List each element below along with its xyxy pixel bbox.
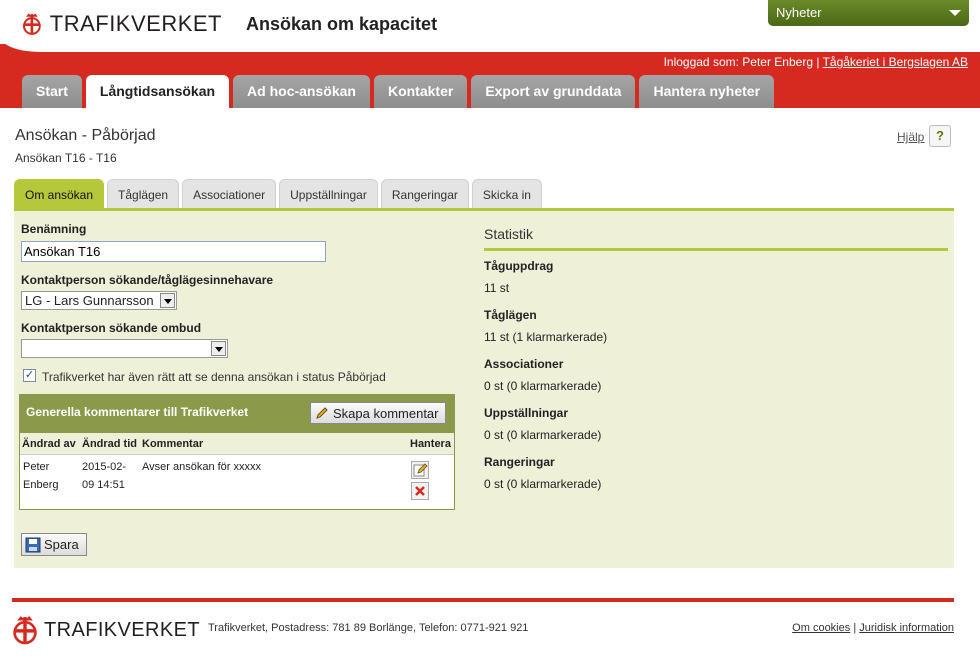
page-subtitle: Ansökan T16 - T16 <box>15 151 117 165</box>
help-link[interactable]: Hjälp <box>897 130 924 144</box>
edit-comment-button[interactable] <box>411 461 429 479</box>
floppy-disk-icon <box>25 537 41 552</box>
cookies-link[interactable]: Om cookies <box>792 622 850 634</box>
stat-taglagen-value: 11 st (1 klarmarkerade) <box>484 330 608 344</box>
chevron-down-icon <box>160 293 175 308</box>
col-changed-by: Ändrad av <box>22 438 76 450</box>
chevron-down-icon <box>949 10 961 16</box>
tab-langtidsansokan[interactable]: Långtidsansökan <box>85 75 230 108</box>
main-nav: Start Långtidsansökan Ad hoc-ansökan Kon… <box>22 75 775 108</box>
tab-uppstallningar[interactable]: Uppställningar <box>279 179 378 209</box>
visibility-checkbox-label: Trafikverket har även rätt att se denna … <box>42 370 386 384</box>
col-manage: Hantera <box>410 438 451 450</box>
tab-adhoc[interactable]: Ad hoc-ansökan <box>233 75 370 108</box>
stat-uppstallningar-label: Uppställningar <box>484 406 569 420</box>
agent-label: Kontaktperson sökande ombud <box>21 321 202 335</box>
tab-export[interactable]: Export av grunddata <box>471 75 636 108</box>
company-link[interactable]: Tågåkeriet i Bergslagen AB <box>823 55 968 69</box>
contact-label: Kontaktperson sökande/tåglägesinnehavare <box>21 273 274 287</box>
tab-kontakter[interactable]: Kontakter <box>373 75 468 108</box>
tab-panel: Benämning Kontaktperson sökande/tågläges… <box>14 208 954 568</box>
stat-rangeringar-label: Rangeringar <box>484 455 555 469</box>
app-title: Ansökan om kapacitet <box>246 14 438 34</box>
tab-hantera-nyheter[interactable]: Hantera nyheter <box>639 75 775 108</box>
footer-address: Trafikverket, Postadress: 781 89 Borläng… <box>208 622 529 634</box>
page-title: Ansökan - Påbörjad <box>15 127 156 144</box>
edit-icon <box>413 463 428 477</box>
stat-associationer-value: 0 st (0 klarmarkerade) <box>484 379 602 393</box>
col-changed-time: Ändrad tid <box>82 438 137 450</box>
crown-logo-icon <box>13 616 37 645</box>
stat-taguppdrag-label: Tåguppdrag <box>484 259 554 273</box>
footer-separator: | <box>853 622 857 634</box>
stat-uppstallningar-value: 0 st (0 klarmarkerade) <box>484 428 602 442</box>
comments-title: Generella kommentarer till Trafikverket <box>26 405 249 419</box>
stat-taglagen-label: Tåglägen <box>484 308 537 322</box>
tab-skicka-in[interactable]: Skicka in <box>471 179 542 209</box>
row-comment: Avser ansökan för xxxxx <box>142 461 262 473</box>
row-changed-by-2: Enberg <box>23 479 59 491</box>
login-user: Inloggad som: Peter Enberg | <box>663 55 820 69</box>
trafikverket-logo[interactable]: TRAFIKVERKET <box>22 4 222 44</box>
footer-divider <box>12 598 954 602</box>
contact-select-value: LG - Lars Gunnarsson <box>25 293 154 308</box>
comments-box: Generella kommentarer till Trafikverket … <box>19 394 455 510</box>
name-input[interactable] <box>21 241 326 262</box>
contact-select[interactable]: LG - Lars Gunnarsson <box>21 291 177 310</box>
comments-columns: Ändrad av Ändrad tid Kommentar Hantera <box>20 433 454 455</box>
login-info: Inloggad som: Peter Enberg | Tågåkeriet … <box>664 55 968 69</box>
table-row: Peter Enberg 2015-02- 09 14:51 Avser ans… <box>20 455 454 509</box>
save-label: Spara <box>44 537 79 552</box>
tab-taglagen[interactable]: Tåglägen <box>107 179 180 209</box>
tab-start[interactable]: Start <box>22 75 82 108</box>
stats-title: Statistik <box>484 226 534 242</box>
name-label: Benämning <box>21 222 87 236</box>
crown-logo-icon <box>22 13 41 35</box>
pencil-icon <box>316 407 328 419</box>
footer-brand-name: TRAFIKVERKET <box>44 618 200 641</box>
stat-taguppdrag-value: 11 st <box>484 281 510 295</box>
col-comment: Kommentar <box>142 438 204 450</box>
delete-comment-button[interactable] <box>411 482 429 500</box>
footer-links: Om cookies | Juridisk information <box>792 622 954 634</box>
visibility-checkbox[interactable]: ✓ <box>23 369 36 382</box>
row-changed-time-1: 2015-02- <box>82 461 127 473</box>
main-content: Ansökan - Påbörjad Ansökan T16 - T16 Hjä… <box>5 108 965 588</box>
create-comment-label: Skapa kommentar <box>333 405 439 421</box>
news-dropdown[interactable]: Nyheter <box>768 0 969 26</box>
comments-header: Generella kommentarer till Trafikverket … <box>20 395 454 433</box>
create-comment-button[interactable]: Skapa kommentar <box>310 402 446 424</box>
row-changed-by-1: Peter <box>23 461 50 473</box>
tab-om-ansokan[interactable]: Om ansökan <box>14 179 105 209</box>
application-tabs: Om ansökan Tåglägen Associationer Uppstä… <box>14 179 542 209</box>
legal-link[interactable]: Juridisk information <box>859 622 954 634</box>
delete-icon <box>415 486 425 496</box>
save-button[interactable]: Spara <box>21 533 87 556</box>
stat-rangeringar-value: 0 st (0 klarmarkerade) <box>484 477 602 491</box>
news-dropdown-label: Nyheter <box>776 5 822 20</box>
chevron-down-icon <box>211 341 226 356</box>
stat-associationer-label: Associationer <box>484 357 564 371</box>
stats-divider <box>484 248 948 251</box>
tab-associationer[interactable]: Associationer <box>182 179 277 209</box>
footer-logo: TRAFIKVERKET <box>12 613 200 647</box>
tab-rangeringar[interactable]: Rangeringar <box>380 179 469 209</box>
row-changed-time-2: 09 14:51 <box>82 479 125 491</box>
brand-name: TRAFIKVERKET <box>49 11 222 36</box>
help-button[interactable]: ? <box>929 125 951 147</box>
agent-select[interactable] <box>21 339 228 358</box>
